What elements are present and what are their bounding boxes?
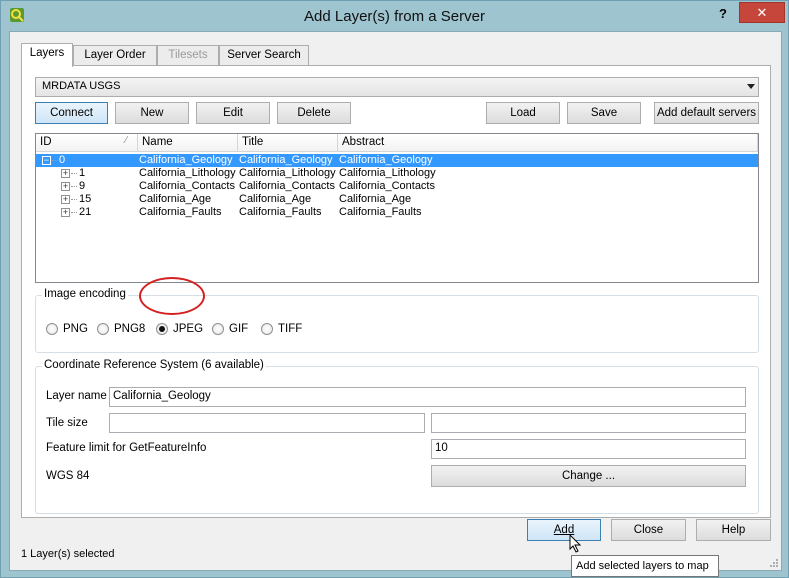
new-server-button[interactable]: New [115, 102, 189, 124]
close-button[interactable]: Close [611, 519, 686, 541]
server-connection-value: MRDATA USGS [42, 80, 121, 92]
layers-tab-panel: MRDATA USGS Connect New Edit Delete Load… [21, 65, 771, 518]
status-text: 1 Layer(s) selected [21, 548, 115, 560]
layer-abstract: California_Age [339, 193, 412, 205]
dialog-client-area: Layers Layer Order Tilesets Server Searc… [9, 31, 782, 571]
highlight-annotation-circle [139, 277, 205, 315]
layer-name-input[interactable]: California_Geology [109, 387, 746, 407]
feature-limit-label: Feature limit for GetFeatureInfo [46, 442, 207, 454]
layer-title: California_Faults [239, 206, 322, 218]
tab-server-search[interactable]: Server Search [219, 45, 309, 66]
table-row[interactable]: − 0 California_Geology California_Geolog… [36, 154, 758, 167]
mouse-pointer-icon [569, 534, 582, 553]
connect-button[interactable]: Connect [35, 102, 108, 124]
tile-height-input[interactable] [431, 413, 746, 433]
layers-tree-header: ID ⁄ Name Title Abstract [36, 134, 758, 152]
tab-layer-order[interactable]: Layer Order [73, 45, 157, 66]
server-connection-select[interactable]: MRDATA USGS [35, 77, 759, 97]
table-row[interactable]: + 1 California_Lithology California_Lith… [36, 167, 758, 180]
crs-group-title: Coordinate Reference System (6 available… [42, 359, 266, 371]
layer-name: California_Geology [139, 154, 233, 166]
column-header-abstract[interactable]: Abstract [338, 134, 758, 152]
table-row[interactable]: + 9 California_Contacts California_Conta… [36, 180, 758, 193]
radio-button-icon[interactable] [261, 323, 273, 335]
add-button[interactable]: Add [527, 519, 601, 541]
radio-button-icon[interactable] [97, 323, 109, 335]
titlebar-help-button[interactable]: ? [711, 4, 735, 24]
tab-tilesets: Tilesets [157, 45, 219, 66]
layer-id: 1 [79, 167, 86, 179]
add-default-servers-button[interactable]: Add default servers [654, 102, 759, 124]
layer-name: California_Lithology [139, 167, 236, 179]
layer-title: California_Contacts [239, 180, 335, 192]
radio-button-icon[interactable] [212, 323, 224, 335]
delete-server-button[interactable]: Delete [277, 102, 351, 124]
expand-icon[interactable]: + [61, 169, 70, 178]
window-title: Add Layer(s) from a Server [304, 8, 485, 25]
layer-abstract: California_Lithology [339, 167, 436, 179]
column-header-title[interactable]: Title [238, 134, 338, 152]
load-button[interactable]: Load [486, 102, 560, 124]
tile-size-label: Tile size [46, 417, 88, 429]
add-tooltip: Add selected layers to map [571, 555, 719, 577]
edit-server-button[interactable]: Edit [196, 102, 270, 124]
titlebar-close-button[interactable]: ✕ [739, 2, 785, 23]
collapse-icon[interactable]: − [42, 156, 51, 165]
expand-icon[interactable]: + [61, 195, 70, 204]
layer-title: California_Geology [239, 154, 333, 166]
expand-icon[interactable]: + [61, 182, 70, 191]
layer-title: California_Age [239, 193, 312, 205]
layer-id: 21 [79, 206, 92, 218]
layer-name: California_Contacts [139, 180, 235, 192]
radio-button-icon[interactable] [46, 323, 58, 335]
tab-layers[interactable]: Layers [21, 43, 73, 67]
layer-id: 15 [79, 193, 92, 205]
column-header-name[interactable]: Name [138, 134, 238, 152]
layer-id: 0 [59, 154, 66, 166]
change-crs-button[interactable]: Change ... [431, 465, 746, 487]
sort-indicator-icon: ⁄ [125, 135, 127, 146]
layer-name: California_Age [139, 193, 212, 205]
radio-button-checked-icon[interactable] [156, 323, 168, 335]
expand-icon[interactable]: + [61, 208, 70, 217]
column-header-id[interactable]: ID ⁄ [36, 134, 138, 152]
layer-id: 9 [79, 180, 86, 192]
image-encoding-title: Image encoding [42, 288, 128, 300]
layer-abstract: California_Geology [339, 154, 433, 166]
chevron-down-icon[interactable] [747, 84, 755, 89]
layer-abstract: California_Contacts [339, 180, 435, 192]
feature-limit-input[interactable]: 10 [431, 439, 746, 459]
layer-name: California_Faults [139, 206, 222, 218]
crs-name-label: WGS 84 [46, 470, 90, 482]
layer-name-label: Layer name [46, 390, 107, 402]
table-row[interactable]: + 15 California_Age California_Age Calif… [36, 193, 758, 206]
layer-title: California_Lithology [239, 167, 336, 179]
crs-group: Coordinate Reference System (6 available… [35, 359, 759, 514]
tile-width-input[interactable] [109, 413, 425, 433]
resize-grip-icon[interactable] [769, 558, 779, 568]
save-button[interactable]: Save [567, 102, 641, 124]
title-bar[interactable]: Add Layer(s) from a Server ? ✕ [1, 1, 788, 31]
table-row[interactable]: + 21 California_Faults California_Faults… [36, 206, 758, 219]
help-button[interactable]: Help [696, 519, 771, 541]
layers-tree[interactable]: ID ⁄ Name Title Abstract − 0 California_… [35, 133, 759, 283]
dialog-window: Add Layer(s) from a Server ? ✕ Layers La… [0, 0, 789, 578]
layer-abstract: California_Faults [339, 206, 422, 218]
